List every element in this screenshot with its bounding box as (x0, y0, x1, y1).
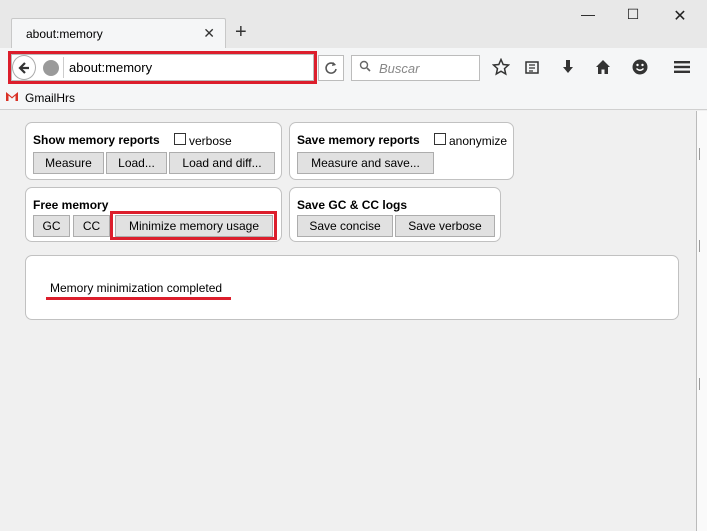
verbose-label: verbose (189, 134, 232, 148)
gmail-icon (5, 90, 19, 105)
title-bar: about:memory ✕ + — ☐ ✕ (0, 0, 707, 48)
right-edge-strip (697, 111, 707, 531)
url-bar[interactable]: about:memory (11, 54, 314, 81)
search-field[interactable]: Buscar (351, 55, 480, 81)
star-icon[interactable] (489, 56, 513, 78)
minimize-button[interactable]: — (576, 6, 600, 22)
home-icon[interactable] (591, 56, 615, 78)
cc-button[interactable]: CC (73, 215, 110, 237)
show-memory-reports-label: Show memory reports (33, 133, 160, 147)
load-button[interactable]: Load... (106, 152, 167, 174)
url-input[interactable]: about:memory (69, 60, 152, 75)
bookmarks-bar: GmailHrs (0, 86, 707, 110)
globe-icon (43, 60, 59, 76)
free-memory-panel: Free memory GC CC Minimize memory usage (25, 187, 282, 242)
tab-close-icon[interactable]: ✕ (203, 25, 215, 42)
anonymize-checkbox[interactable] (434, 133, 446, 145)
page-content: Show memory reports verbose Measure Load… (0, 111, 697, 531)
save-concise-button[interactable]: Save concise (297, 215, 393, 237)
edge-mark (699, 148, 700, 160)
gc-button[interactable]: GC (33, 215, 70, 237)
smiley-icon[interactable] (628, 56, 652, 78)
measure-button[interactable]: Measure (33, 152, 104, 174)
close-window-button[interactable]: ✕ (668, 6, 692, 26)
url-separator (63, 57, 64, 78)
measure-and-save-button[interactable]: Measure and save... (297, 152, 434, 174)
tab-about-memory[interactable]: about:memory ✕ (11, 18, 226, 48)
save-memory-reports-label: Save memory reports (297, 133, 420, 147)
maximize-button[interactable]: ☐ (621, 6, 645, 23)
download-icon[interactable] (556, 56, 580, 78)
minimize-memory-usage-button[interactable]: Minimize memory usage (115, 215, 273, 237)
load-and-diff-button[interactable]: Load and diff... (169, 152, 275, 174)
bookmark-gmailhrs[interactable]: GmailHrs (25, 91, 75, 105)
status-underline (46, 297, 231, 300)
search-icon (359, 60, 371, 75)
reading-list-icon[interactable] (520, 56, 544, 78)
search-placeholder: Buscar (379, 61, 420, 76)
hamburger-menu-icon[interactable] (670, 56, 694, 78)
tab-title: about:memory (26, 27, 103, 41)
reload-icon[interactable] (318, 55, 344, 81)
save-memory-reports-panel: Save memory reports anonymize Measure an… (289, 122, 514, 180)
nav-bar: about:memory Buscar (0, 48, 707, 86)
free-memory-label: Free memory (33, 198, 109, 212)
save-gc-cc-logs-label: Save GC & CC logs (297, 198, 408, 212)
anonymize-label: anonymize (449, 134, 508, 148)
status-message: Memory minimization completed (50, 281, 223, 295)
show-memory-reports-panel: Show memory reports verbose Measure Load… (25, 122, 282, 180)
verbose-checkbox[interactable] (174, 133, 186, 145)
edge-mark (699, 378, 700, 390)
save-gc-cc-logs-panel: Save GC & CC logs Save concise Save verb… (289, 187, 501, 242)
new-tab-button[interactable]: + (235, 20, 247, 44)
back-icon[interactable] (12, 55, 36, 80)
edge-mark (699, 240, 700, 252)
save-verbose-button[interactable]: Save verbose (395, 215, 495, 237)
